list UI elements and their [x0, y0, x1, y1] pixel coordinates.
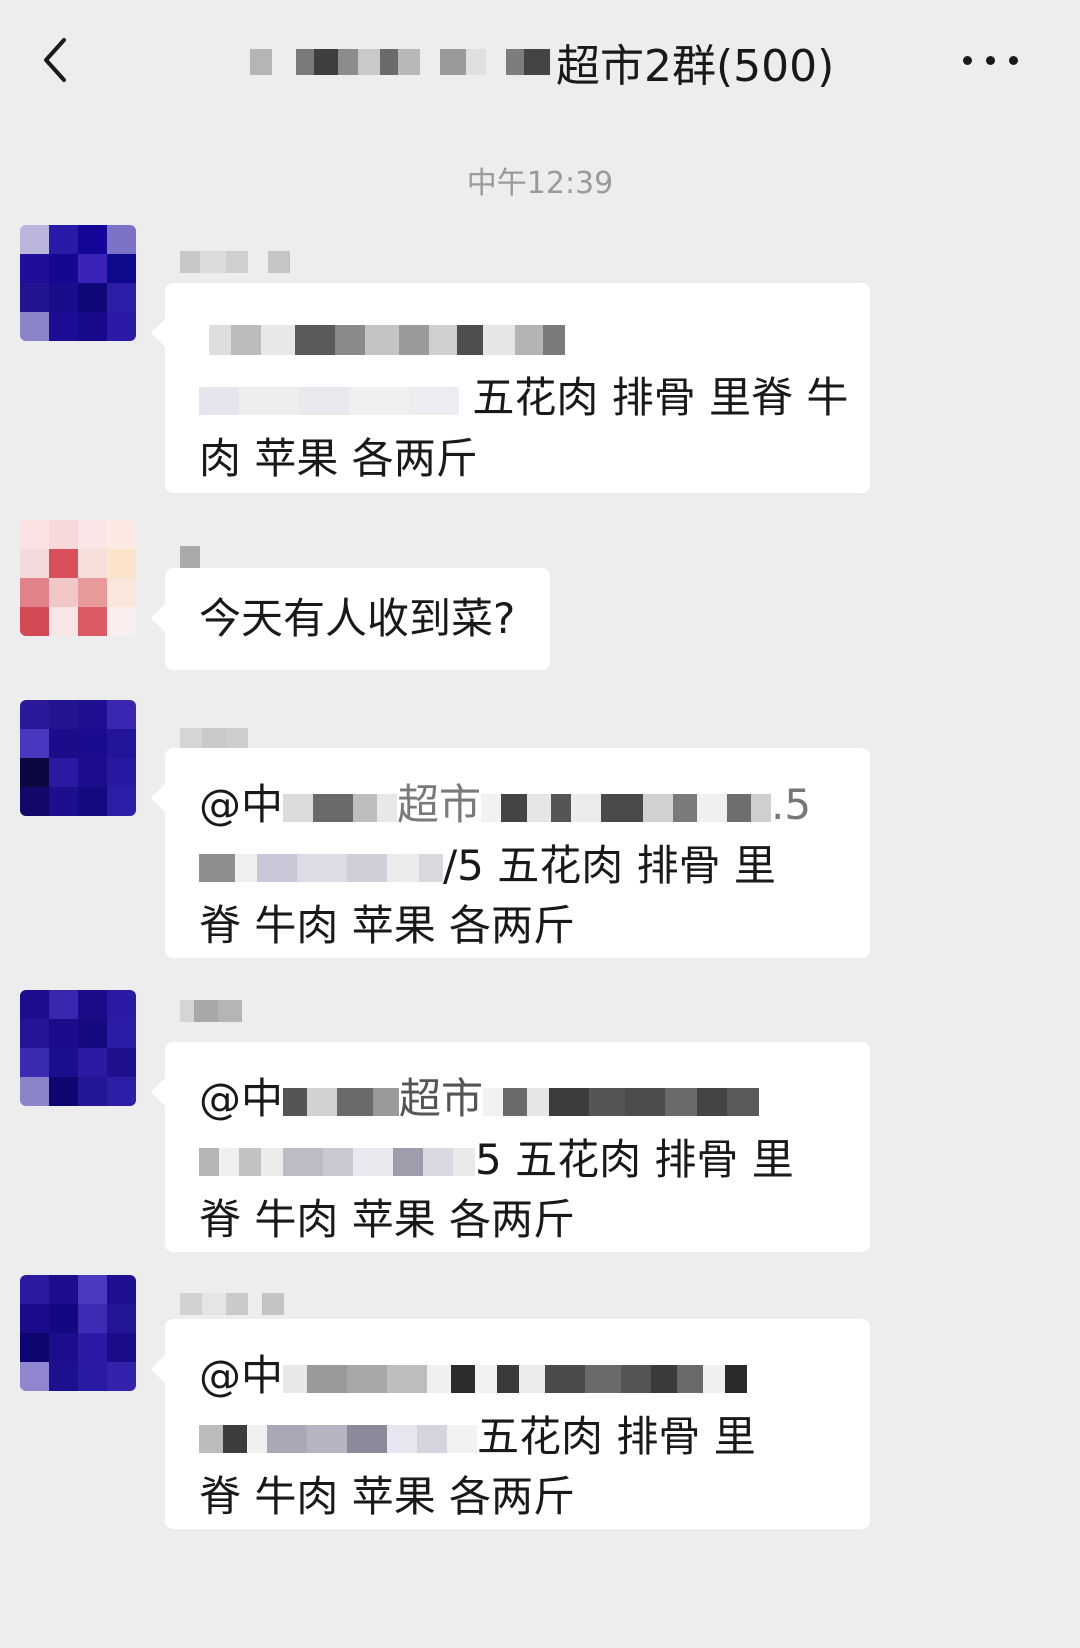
avatar[interactable] [20, 225, 136, 341]
redacted-text [199, 839, 443, 897]
more-button[interactable] [950, 38, 1030, 82]
chat-header: 超市2群(500) [0, 0, 1080, 130]
message-text: @中 [199, 780, 284, 829]
redacted-text [199, 1410, 477, 1468]
more-dots-icon [962, 55, 972, 65]
message-text: 脊 牛肉 苹果 各两斤 [199, 1195, 576, 1244]
sender-name-redacted [180, 728, 248, 750]
avatar[interactable] [20, 1275, 136, 1391]
message-text: 脊 牛肉 苹果 各两斤 [199, 901, 576, 950]
back-button[interactable] [30, 30, 90, 90]
message-text: .5 [771, 780, 812, 829]
redacted-text [199, 1133, 475, 1191]
message-text: 5 五花肉 排骨 里 [475, 1134, 794, 1184]
chat-title-text: 超市2群(500) [556, 41, 835, 92]
message-text: 脊 牛肉 苹果 各两斤 [199, 1472, 576, 1521]
redacted-text [481, 779, 772, 837]
message-text: 肉 苹果 各两斤 [199, 433, 478, 483]
redacted-text [283, 1073, 400, 1131]
message-bubble[interactable]: @中 超市 5 五花肉 排骨 里 脊 牛肉 苹果 各两斤 [151, 1042, 870, 1252]
avatar[interactable] [20, 520, 136, 636]
redacted-text [199, 311, 836, 369]
message-text: /5 五花肉 排骨 里 [443, 840, 776, 890]
redacted-text [283, 779, 398, 837]
message-bubble[interactable]: 五花肉 排骨 里脊 牛 肉 苹果 各两斤 [151, 283, 870, 493]
message-text: 今天有人收到菜? [199, 594, 516, 643]
message-text: 超市 [399, 1074, 484, 1123]
message-bubble[interactable]: @中 五花肉 排骨 里 脊 牛肉 苹果 各两斤 [151, 1319, 870, 1529]
message-text: 五花肉 排骨 里 [477, 1411, 756, 1461]
avatar[interactable] [20, 990, 136, 1106]
message-text: @中 [199, 1351, 284, 1400]
message-text: @中 [199, 1074, 284, 1123]
title-redacted [250, 49, 550, 75]
chevron-left-icon [44, 38, 66, 82]
message-bubble[interactable]: 今天有人收到菜? [151, 568, 550, 670]
redacted-text [199, 372, 459, 430]
message-text: 超市 [397, 780, 482, 829]
sender-name-redacted [180, 251, 290, 273]
redacted-text [283, 1350, 748, 1408]
sender-name-redacted [180, 546, 200, 568]
message-timestamp: 中午12:39 [466, 166, 614, 201]
redacted-text [483, 1073, 760, 1131]
message-bubble[interactable]: @中 超市 .5 /5 五花肉 排骨 里 脊 牛肉 苹果 各两斤 [151, 748, 870, 958]
sender-name-redacted [180, 1000, 242, 1022]
message-text: 五花肉 排骨 里脊 牛 [472, 373, 849, 422]
avatar[interactable] [20, 700, 136, 816]
sender-name-redacted [180, 1293, 284, 1315]
chat-title: 超市2群(500) [250, 30, 834, 94]
